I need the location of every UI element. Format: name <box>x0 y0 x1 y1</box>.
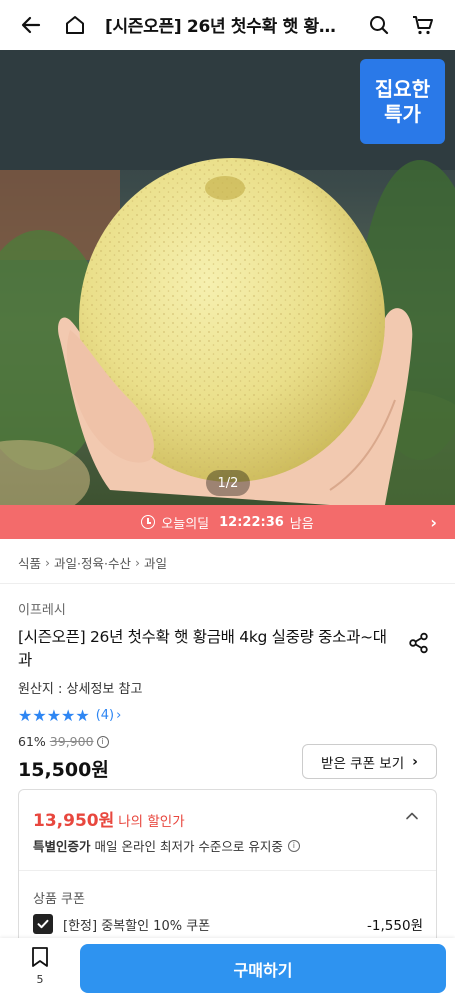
buy-button[interactable]: 구매하기 <box>80 944 446 993</box>
discount-detail-panel: 13,950원 나의 할인가 특별인증가 매일 온라인 최저가 수준으로 유지중… <box>18 789 437 939</box>
product-title: [시즌오픈] 26년 첫수확 햇 황금배 4kg 실중량 중소과~대과 <box>18 628 387 669</box>
discount-rate: 61% <box>18 734 46 749</box>
top-app-bar: [시즌오픈] 26년 첫수확 햇 황금배 4kg 실중량 중소과~대과 <box>0 0 455 50</box>
timer-time: 12:22:36 <box>219 514 284 530</box>
todays-deal-countdown-bar[interactable]: 오늘의딜 12:22:36 남음 › <box>0 505 455 539</box>
wishlist-count: 5 <box>36 973 44 986</box>
view-coupons-label: 받은 쿠폰 보기 <box>321 755 405 772</box>
cart-icon[interactable] <box>408 10 438 40</box>
sale-price: 15,500원 <box>18 759 109 781</box>
checkbox-checked-icon[interactable] <box>33 914 53 934</box>
my-price-label: 나의 할인가 <box>118 814 185 830</box>
chevron-right-icon: › <box>116 708 122 723</box>
product-coupon-heading: 상품 쿠폰 <box>33 892 85 907</box>
coupon-name: [한정] 중복할인 10% 쿠폰 <box>63 918 211 934</box>
chevron-right-icon: › <box>412 753 418 770</box>
badge-line2: 특가 <box>384 101 421 126</box>
my-price-amount: 13,950원 <box>33 811 115 831</box>
original-price: 39,900 <box>49 734 94 749</box>
badge-line1: 집요한 <box>374 76 431 101</box>
discount-row: 61% 39,900 i <box>18 734 109 749</box>
special-text: 매일 온라인 최저가 수준으로 유지중 <box>94 839 283 854</box>
special-label: 특별인증가 <box>33 839 91 854</box>
breadcrumb-item-fruit[interactable]: 과일 <box>144 553 167 572</box>
divider <box>0 583 455 584</box>
chevron-right-icon: › <box>430 513 437 532</box>
breadcrumb-item-fruit-meat-seafood[interactable]: 과일·정육·수산 <box>54 553 131 572</box>
breadcrumb: 식품 › 과일·정육·수산 › 과일 <box>18 553 167 572</box>
deal-badge: 집요한 특가 <box>360 59 445 144</box>
search-icon[interactable] <box>364 10 394 40</box>
info-icon[interactable]: i <box>287 839 300 852</box>
wishlist-button[interactable]: 5 <box>27 946 53 986</box>
back-arrow-icon[interactable] <box>16 10 46 40</box>
chevron-right-icon: › <box>45 555 51 570</box>
star-rating: ★★★★★ <box>18 706 90 725</box>
review-count: (4) <box>95 708 115 723</box>
coupon-row[interactable]: [한정] 중복할인 10% 쿠폰 -1,550원 <box>33 914 423 934</box>
chevron-right-icon: › <box>134 555 140 570</box>
special-certified-price: 특별인증가 매일 온라인 최저가 수준으로 유지중 i <box>33 836 300 855</box>
view-coupons-button[interactable]: 받은 쿠폰 보기 › <box>302 744 437 779</box>
info-icon[interactable]: i <box>96 735 109 748</box>
rating-summary[interactable]: ★★★★★ (4) › <box>18 706 121 725</box>
chevron-up-icon[interactable] <box>404 808 420 828</box>
coupon-amount: -1,550원 <box>367 918 423 934</box>
origin-info: 원산지 : 상세정보 참고 <box>18 682 143 697</box>
header-title: [시즌오픈] 26년 첫수확 햇 황금배 4kg 실중량 중소과~대과 <box>105 17 345 37</box>
timer-label: 오늘의딜 <box>161 516 210 532</box>
image-pager-indicator: 1/2 <box>206 470 250 496</box>
bookmark-icon <box>32 947 48 967</box>
clock-icon <box>141 515 156 529</box>
timer-suffix: 남음 <box>289 516 314 532</box>
product-image-carousel[interactable]: 집요한 특가 1/2 <box>0 50 455 505</box>
share-icon[interactable] <box>408 632 430 658</box>
bottom-action-bar: 5 구매하기 <box>0 938 455 1000</box>
brand-name[interactable]: 이프레시 <box>18 599 66 618</box>
my-discount-price: 13,950원 나의 할인가 <box>33 806 185 831</box>
breadcrumb-item-food[interactable]: 식품 <box>18 553 41 572</box>
home-icon[interactable] <box>60 10 90 40</box>
divider <box>19 870 436 871</box>
